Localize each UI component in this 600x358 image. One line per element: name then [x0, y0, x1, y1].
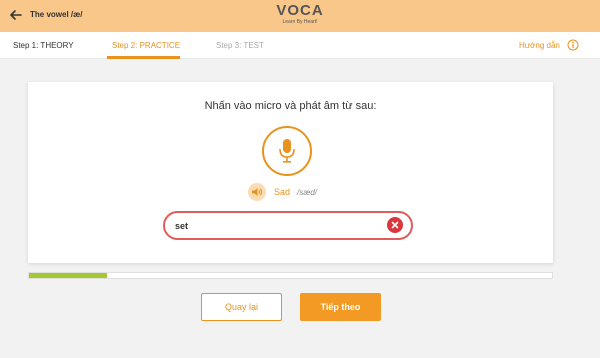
tab-practice[interactable]: Step 2: PRACTICE	[112, 41, 180, 50]
back-button[interactable]: Quay lại	[201, 293, 282, 321]
target-word: Sad	[274, 187, 291, 197]
next-button[interactable]: Tiếp theo	[300, 293, 381, 321]
progress-bar	[28, 272, 553, 279]
step-navigation: Step 1: THEORY Step 2: PRACTICE Step 3: …	[0, 32, 600, 59]
tab-test[interactable]: Step 3: TEST	[216, 41, 264, 50]
clear-answer-button[interactable]	[387, 217, 403, 233]
active-tab-indicator	[107, 56, 180, 59]
tab-theory[interactable]: Step 1: THEORY	[13, 41, 74, 50]
progress-fill	[29, 273, 108, 278]
header-bar: The vowel /æ/ VOCA Learn By Heart!	[0, 0, 600, 32]
close-icon	[391, 221, 399, 229]
exercise-card: Nhấn vào micro và phát âm từ sau: Sad /s…	[28, 82, 553, 263]
logo-text: VOCA	[276, 2, 324, 19]
speaker-icon	[252, 188, 263, 196]
app-logo: VOCA Learn By Heart!	[0, 3, 600, 26]
instruction-text: Nhấn vào micro và phát âm từ sau:	[204, 100, 377, 112]
word-row: Sad /sæd/	[28, 182, 553, 204]
ipa-transcription: /sæd/	[297, 188, 318, 197]
microphone-button[interactable]	[262, 126, 312, 176]
help-link[interactable]: Hướng dẫn	[519, 41, 560, 50]
answer-field[interactable]	[163, 211, 413, 240]
info-icon[interactable]	[567, 38, 579, 51]
logo-tagline: Learn By Heart!	[282, 19, 318, 25]
speaker-button[interactable]	[248, 183, 266, 201]
microphone-icon	[279, 139, 295, 163]
